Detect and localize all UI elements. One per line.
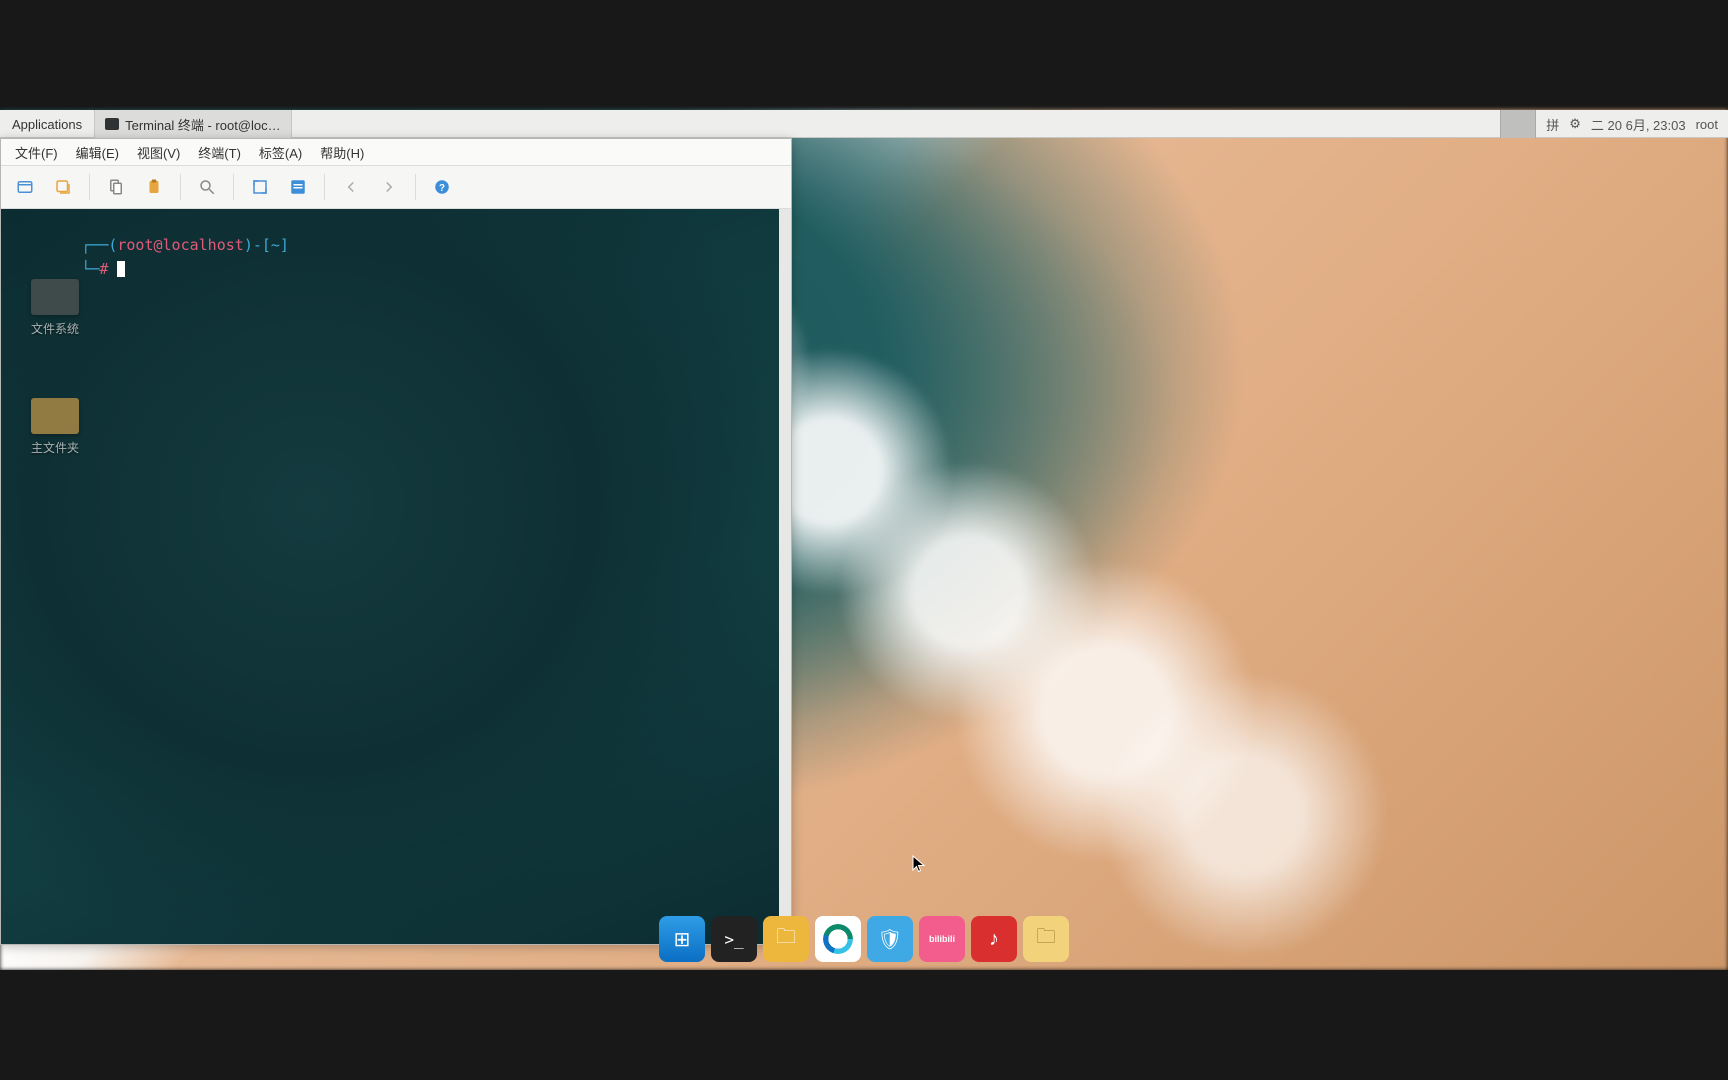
menu-file[interactable]: 文件(F) [9,141,64,164]
desktop-icon-label: 主文件夹 [31,440,79,457]
input-method-indicator[interactable]: 拼 [1546,115,1559,134]
clock[interactable]: 二 20 6月, 23:03 [1591,115,1686,134]
dock-edge-button[interactable] [815,916,861,962]
svg-text:?: ? [439,183,445,194]
back-button[interactable] [335,171,367,203]
desktop-icon-home: 主文件夹 [31,398,79,457]
user-label[interactable]: root [1696,117,1718,132]
prompt-symbol: # [99,260,108,278]
help-button[interactable]: ? [426,171,458,203]
shield-icon: 🛡 [877,927,902,952]
music-icon: ♪ [989,928,999,951]
menu-view[interactable]: 视图(V) [131,141,186,164]
copy-button[interactable] [100,171,132,203]
prompt-user-host: root@localhost [117,236,243,254]
text-cursor [117,261,125,277]
dock-security-button[interactable]: 🛡 [867,916,913,962]
toolbar-separator [324,174,325,200]
taskbar-item-label: Terminal 终端 - root@loc… [125,115,281,134]
new-tab-button[interactable] [9,171,41,203]
workspace-switcher[interactable] [1500,110,1536,138]
folder-icon: 🗀 [1036,922,1056,956]
settings-icon[interactable]: ⚙ [1569,116,1581,132]
terminal-window[interactable]: 文件(F) 编辑(E) 视图(V) 终端(T) 标签(A) 帮助(H) ? [0,138,792,945]
folder-icon [31,398,79,434]
prompt-line-2: └─# [9,237,125,302]
system-tray: 拼 ⚙ 二 20 6月, 23:03 root [1536,115,1728,134]
menu-help[interactable]: 帮助(H) [314,141,370,164]
dock-folder-button[interactable]: 🗀 [1023,916,1069,962]
applications-menu[interactable]: Applications [0,110,94,138]
files-icon: 🗀 [776,922,796,956]
bilibili-icon: bilibili [929,934,955,944]
applications-label: Applications [12,117,82,132]
terminal-window-icon [105,118,119,130]
menu-edit[interactable]: 编辑(E) [70,141,125,164]
paste-button[interactable] [138,171,170,203]
desktop-icon-label: 文件系统 [31,321,79,338]
top-panel: Applications Terminal 终端 - root@loc… 拼 ⚙… [0,110,1728,138]
prompt-line2-prefix: └─ [81,260,99,278]
preferences-button[interactable] [282,171,314,203]
letterbox-bottom [0,970,1728,1080]
fullscreen-button[interactable] [244,171,276,203]
taskbar-item-terminal[interactable]: Terminal 终端 - root@loc… [94,110,292,138]
edge-icon [823,924,853,954]
toolbar-separator [415,174,416,200]
dock-netease-music-button[interactable]: ♪ [971,916,1017,962]
forward-button[interactable] [373,171,405,203]
dock-start-button[interactable]: ⊞ [659,916,705,962]
menu-tabs[interactable]: 标签(A) [253,141,308,164]
letterbox-top [0,0,1728,110]
desktop-screen: Applications Terminal 终端 - root@loc… 拼 ⚙… [0,110,1728,970]
menu-terminal[interactable]: 终端(T) [192,141,247,164]
terminal-icon: >_ [724,930,743,949]
dock-bilibili-button[interactable]: bilibili [919,916,965,962]
desktop-icons-showthrough: 文件系统 主文件夹 [31,279,79,458]
toolbar-separator [233,174,234,200]
start-icon: ⊞ [674,927,691,952]
bottom-dock: ⊞ >_ 🗀 🛡 bilibili ♪ 🗀 [651,910,1077,968]
search-button[interactable] [191,171,223,203]
terminal-body[interactable]: 文件系统 主文件夹 ┌──(root@localhost)-[~] └─# [1,209,791,944]
new-window-button[interactable] [47,171,79,203]
prompt-close-bracket: )-[~] [244,236,289,254]
dock-files-button[interactable]: 🗀 [763,916,809,962]
toolbar-separator [180,174,181,200]
dock-terminal-button[interactable]: >_ [711,916,757,962]
terminal-toolbar: ? [1,166,791,209]
terminal-menubar: 文件(F) 编辑(E) 视图(V) 终端(T) 标签(A) 帮助(H) [1,139,791,166]
mouse-cursor-icon [912,855,926,873]
toolbar-separator [89,174,90,200]
